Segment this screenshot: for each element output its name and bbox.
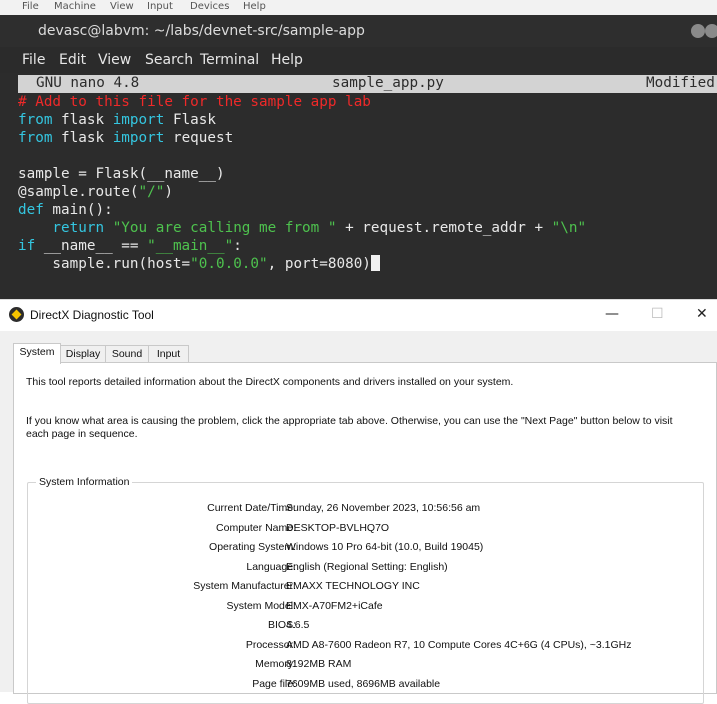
tab-sound[interactable]: Sound — [105, 345, 149, 363]
info-value: Sunday, 26 November 2023, 10:56:56 am — [286, 502, 481, 514]
code-text: @sample.route( — [18, 184, 139, 200]
tab-display[interactable]: Display — [60, 345, 106, 363]
info-value: Windows 10 Pro 64-bit (10.0, Build 19045… — [286, 541, 484, 553]
dxdiag-body: System Display Sound Input This tool rep… — [0, 331, 717, 704]
code-comment: # Add to this file for the sample app la… — [18, 94, 371, 110]
code-text: main(): — [43, 202, 113, 218]
terminal-menubar: File Edit View Search Terminal Help — [0, 47, 717, 73]
tab-system[interactable]: System — [13, 343, 61, 364]
terminal-menu-terminal[interactable]: Terminal — [200, 52, 259, 68]
code-text: Flask — [164, 112, 217, 128]
code-line-7: def main(): — [18, 201, 113, 219]
dxdiag-titlebar[interactable]: DirectX Diagnostic Tool — ☐ ✕ — [0, 299, 717, 332]
nano-header-bar: GNU nano 4.8 sample_app.py Modified — [18, 75, 717, 93]
code-text: flask — [52, 112, 113, 128]
minimize-icon[interactable] — [691, 24, 705, 38]
info-label: Operating System: — [209, 541, 296, 553]
terminal-menu-view[interactable]: View — [98, 52, 131, 68]
info-label: Current Date/Time: — [207, 502, 296, 514]
code-string: "/" — [138, 184, 165, 200]
code-text: , port=8080) — [267, 256, 371, 272]
code-text: sample.run(host= — [18, 256, 191, 272]
terminal-title: devasc@labvm: ~/labs/devnet-src/sample-a… — [38, 23, 365, 39]
code-line-5: sample = Flask(__name__) — [18, 165, 225, 183]
code-line-3: from flask import request — [18, 129, 233, 147]
code-line-8: return "You are calling me from " + requ… — [18, 219, 586, 237]
tab-panel-system: This tool reports detailed information a… — [13, 362, 717, 704]
code-string: "0.0.0.0" — [190, 256, 268, 272]
code-keyword: def — [18, 202, 44, 218]
info-value: 4.6.5 — [286, 619, 310, 631]
info-value: EMX-A70FM2+iCafe — [286, 600, 383, 612]
nano-version: GNU nano 4.8 — [36, 75, 140, 91]
terminal-menu-file[interactable]: File — [22, 52, 45, 68]
code-line-1: # Add to this file for the sample app la… — [18, 93, 371, 111]
vm-menubar: File Machine View Input Devices Help — [0, 0, 717, 15]
code-text: sample = Flask(__name__) — [18, 166, 225, 182]
code-text: flask — [52, 130, 113, 146]
minimize-button[interactable]: — — [605, 306, 619, 322]
maximize-button[interactable]: ☐ — [651, 306, 664, 322]
info-value: 8192MB RAM — [286, 658, 352, 670]
code-text: ) — [164, 184, 173, 200]
code-keyword: import — [112, 112, 165, 128]
dxdiag-title: DirectX Diagnostic Tool — [30, 308, 154, 322]
code-line-10: sample.run(host="0.0.0.0", port=8080) — [18, 255, 380, 273]
code-text: : — [233, 238, 242, 254]
info-value: DESKTOP-BVLHQ7O — [286, 522, 390, 534]
code-string: "\n" — [551, 220, 587, 236]
code-keyword: from — [18, 112, 53, 128]
code-text: request — [164, 130, 234, 146]
code-text: __name__ == — [35, 238, 148, 254]
code-string: "__main__" — [147, 238, 234, 254]
terminal-menu-search[interactable]: Search — [145, 52, 193, 68]
text-cursor — [370, 255, 380, 271]
tab-input[interactable]: Input — [148, 345, 189, 363]
code-string: "You are calling me from " — [112, 220, 337, 236]
code-line-2: from flask import Flask — [18, 111, 216, 129]
intro-text: This tool reports detailed information a… — [26, 376, 514, 388]
vm-menu-devices[interactable]: Devices — [190, 1, 229, 12]
help-text: If you know what area is causing the pro… — [26, 415, 673, 440]
nano-filename: sample_app.py — [332, 75, 444, 91]
nano-status: Modified — [646, 75, 715, 91]
group-title: System Information — [36, 476, 133, 488]
info-value: English (Regional Setting: English) — [286, 561, 448, 573]
info-label: Computer Name: — [216, 522, 296, 534]
terminal-menu-edit[interactable]: Edit — [59, 52, 86, 68]
info-value: AMD A8-7600 Radeon R7, 10 Compute Cores … — [286, 639, 632, 651]
code-keyword: from — [18, 130, 53, 146]
info-label: System Manufacturer: — [193, 580, 296, 592]
code-keyword: if — [18, 238, 36, 254]
vm-menu-help[interactable]: Help — [243, 1, 266, 12]
terminal-menu-help[interactable]: Help — [271, 52, 303, 68]
vm-menu-view[interactable]: View — [110, 1, 134, 12]
vm-menu-input[interactable]: Input — [147, 1, 173, 12]
code-line-6: @sample.route("/") — [18, 183, 173, 201]
system-information-group: System Information Current Date/Time: Su… — [27, 476, 704, 704]
code-text: + request.remote_addr + — [336, 220, 552, 236]
info-value: EMAXX TECHNOLOGY INC — [286, 580, 420, 592]
code-line-9: if __name__ == "__main__": — [18, 237, 242, 255]
terminal-titlebar[interactable]: devasc@labvm: ~/labs/devnet-src/sample-a… — [0, 15, 717, 47]
terminal-body[interactable]: GNU nano 4.8 sample_app.py Modified # Ad… — [0, 73, 717, 299]
vm-menu-machine[interactable]: Machine — [54, 1, 96, 12]
code-keyword: return — [18, 220, 113, 236]
code-keyword: import — [112, 130, 165, 146]
directx-icon — [9, 307, 24, 322]
info-value: 7609MB used, 8696MB available — [286, 678, 441, 690]
close-icon[interactable] — [705, 24, 717, 38]
vm-menu-file[interactable]: File — [22, 1, 39, 12]
close-button[interactable]: ✕ — [696, 306, 708, 322]
